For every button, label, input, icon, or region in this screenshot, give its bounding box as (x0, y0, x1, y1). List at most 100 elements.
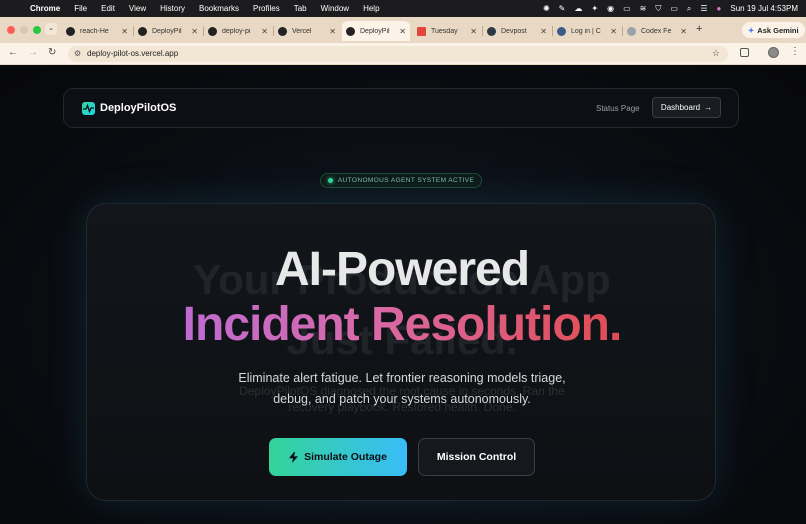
github-icon (66, 26, 75, 36)
battery-icon[interactable]: ▭ (670, 4, 678, 13)
menu-file[interactable]: File (74, 4, 87, 13)
tab-label: Vercel (292, 27, 312, 35)
tab-label: Devpost (501, 27, 527, 35)
circle-icon[interactable]: ◉ (607, 4, 614, 13)
tab-deploypilot-1[interactable]: DeployPil ✕ (134, 21, 202, 41)
tab-label: Log in | C (571, 27, 601, 35)
site-settings-icon[interactable]: ⚙ (74, 49, 81, 58)
menu-edit[interactable]: Edit (101, 4, 115, 13)
close-icon[interactable]: ✕ (399, 27, 406, 36)
url-text[interactable]: deploy-pilot-os.vercel.app (87, 49, 178, 58)
tab-github[interactable]: reach-He ✕ (62, 21, 132, 41)
close-icon[interactable]: ✕ (680, 27, 687, 36)
tab-gmail[interactable]: Tuesday ✕ (413, 21, 481, 41)
close-icon[interactable]: ✕ (470, 27, 477, 36)
hero-card: Your Production App Just Failed. DeployP… (86, 203, 716, 501)
close-icon[interactable]: ✕ (610, 27, 617, 36)
gemini-sparkle-icon: ✦ (748, 25, 755, 35)
hero-headline: AI-Powered (274, 243, 530, 296)
tab-label: reach-He (80, 27, 109, 35)
tab-deploypilot-active[interactable]: DeployPil ✕ (342, 21, 410, 41)
reload-icon[interactable]: ↻ (48, 47, 56, 58)
extensions-icon[interactable] (740, 48, 749, 57)
site-navbar: DeployPilotOS Status Page Dashboard → (63, 88, 739, 128)
menubar-status-area: ✺ ✎ ☁ ✦ ◉ ▭ ≋ ⛉ ▭ ⌕ ☰ ● Sun 19 Jul 4:53P… (543, 0, 798, 17)
forward-arrow-icon[interactable]: → (28, 47, 38, 58)
bookmark-star-icon[interactable]: ☆ (712, 48, 720, 59)
menu-bookmarks[interactable]: Bookmarks (199, 4, 239, 13)
close-icon[interactable]: ✕ (329, 27, 336, 36)
menu-window[interactable]: Window (321, 4, 349, 13)
ask-gemini-label: Ask Gemini (757, 25, 799, 35)
tab-vercel[interactable]: Vercel ✕ (274, 21, 340, 41)
minimize-window-button[interactable] (20, 26, 28, 34)
close-icon[interactable]: ✕ (261, 27, 268, 36)
brightness-icon[interactable]: ✺ (543, 4, 550, 13)
menu-chrome[interactable]: Chrome (30, 4, 60, 13)
close-icon[interactable]: ✕ (540, 27, 547, 36)
window-controls (7, 26, 41, 34)
shield-icon[interactable]: ⛉ (655, 4, 661, 14)
tab-label: Tuesday (431, 27, 458, 35)
simulate-outage-button[interactable]: Simulate Outage (269, 438, 407, 476)
siri-icon[interactable]: ● (717, 4, 722, 13)
menu-tab[interactable]: Tab (294, 4, 307, 13)
tab-label: DeployPil (152, 27, 182, 35)
cloud-icon[interactable]: ☁ (574, 4, 582, 13)
more-menu-icon[interactable]: ⋮ (790, 46, 800, 57)
pulse-logo-icon[interactable] (82, 102, 95, 115)
pen-icon[interactable]: ✎ (559, 4, 566, 13)
browser-toolbar: ← → ↻ ⚙ deploy-pilot-os.vercel.app ☆ ⋮ (0, 43, 806, 65)
new-tab-button[interactable]: + (696, 23, 702, 35)
dashboard-button[interactable]: Dashboard → (652, 97, 721, 118)
brand-name[interactable]: DeployPilotOS (100, 102, 176, 114)
browser-tab-bar: ⌄ reach-He ✕ DeployPil ✕ deploy-pi ✕ Ver… (0, 17, 806, 43)
tab-label: deploy-pi (222, 27, 251, 35)
clock-text[interactable]: Sun 19 Jul 4:53PM (730, 4, 798, 13)
lightning-icon (289, 451, 299, 463)
login-icon (557, 26, 566, 36)
vercel-icon (208, 26, 217, 36)
tab-deploy-pilot[interactable]: deploy-pi ✕ (204, 21, 272, 41)
maximize-window-button[interactable] (33, 26, 41, 34)
devpost-icon (487, 26, 496, 36)
address-bar[interactable]: ⚙ deploy-pilot-os.vercel.app ☆ (68, 46, 728, 62)
menu-profiles[interactable]: Profiles (253, 4, 280, 13)
wifi-icon[interactable]: ≋ (640, 4, 647, 13)
globe-icon (627, 26, 636, 36)
web-page: DeployPilotOS Status Page Dashboard → AU… (0, 66, 806, 524)
control-center-icon[interactable]: ☰ (700, 4, 707, 13)
tab-codex[interactable]: Codex Fe ✕ (623, 21, 691, 41)
menu-view[interactable]: View (129, 4, 146, 13)
tab-login[interactable]: Log in | C ✕ (553, 21, 621, 41)
tab-devpost[interactable]: Devpost ✕ (483, 21, 551, 41)
simulate-outage-label: Simulate Outage (304, 451, 387, 463)
badge-text: AUTONOMOUS AGENT SYSTEM ACTIVE (337, 177, 475, 184)
status-dot-icon (327, 178, 333, 183)
mission-control-label: Mission Control (436, 451, 517, 463)
menu-help[interactable]: Help (363, 4, 379, 13)
close-icon[interactable]: ✕ (121, 27, 128, 36)
gmail-icon (417, 26, 426, 36)
tab-label: Codex Fe (641, 27, 672, 35)
tab-search-dropdown-icon[interactable]: ⌄ (45, 23, 57, 35)
hero-headline-gradient: Incident Resolution. (87, 297, 715, 352)
sparkle-icon[interactable]: ✦ (591, 4, 598, 13)
back-arrow-icon[interactable]: ← (8, 47, 18, 58)
display-icon[interactable]: ▭ (623, 4, 631, 13)
mission-control-button[interactable]: Mission Control (418, 438, 535, 476)
ask-gemini-button[interactable]: ✦ Ask Gemini (742, 22, 805, 38)
tab-label: DeployPil (360, 27, 390, 35)
close-window-button[interactable] (7, 26, 15, 34)
close-icon[interactable]: ✕ (191, 27, 198, 36)
macos-menu-bar: Chrome File Edit View History Bookmarks … (0, 0, 806, 17)
vercel-icon (346, 26, 355, 36)
menu-history[interactable]: History (160, 4, 185, 13)
vercel-icon (278, 26, 287, 36)
profile-avatar[interactable] (768, 47, 779, 58)
arrow-right-icon: → (704, 103, 713, 112)
search-icon[interactable]: ⌕ (687, 4, 691, 14)
status-page-link[interactable]: Status Page (596, 104, 640, 113)
hero-subtitle-line1: Eliminate alert fatigue. Let frontier re… (238, 371, 566, 385)
system-status-badge: AUTONOMOUS AGENT SYSTEM ACTIVE (320, 173, 482, 188)
